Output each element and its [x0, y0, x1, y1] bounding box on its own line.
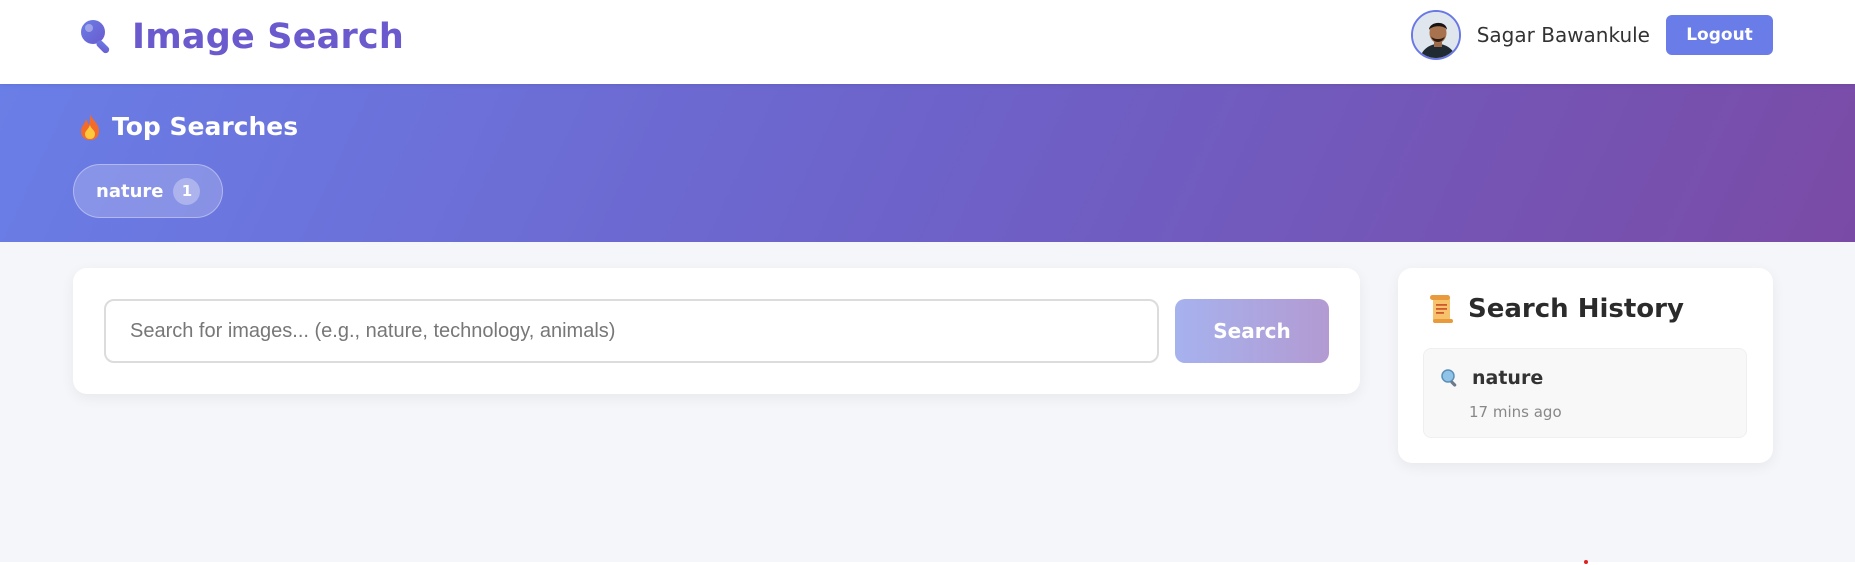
logout-button[interactable]: Logout	[1666, 15, 1773, 55]
app-title: Image Search	[132, 17, 404, 57]
search-icon	[1440, 368, 1460, 388]
user-name: Sagar Bawankule	[1476, 23, 1650, 47]
history-timestamp: 17 mins ago	[1469, 403, 1562, 421]
top-searches-banner: Top Searches nature 1	[0, 84, 1855, 242]
search-history-heading: Search History	[1428, 294, 1684, 324]
top-search-pill-count: 1	[173, 177, 201, 205]
top-searches-heading: Top Searches	[78, 112, 298, 141]
brand[interactable]: Image Search	[78, 16, 404, 58]
scroll-icon	[1428, 294, 1454, 324]
user-area: Sagar Bawankule Logout	[1410, 10, 1773, 60]
history-query: nature	[1440, 367, 1543, 389]
history-item[interactable]: nature 17 mins ago	[1423, 348, 1747, 438]
top-search-pill[interactable]: nature 1	[73, 164, 224, 218]
search-input[interactable]	[104, 299, 1159, 363]
top-header: Image Search Sagar Bawankule Logout	[0, 0, 1855, 84]
cursor-dot	[1584, 560, 1588, 564]
top-searches-title: Top Searches	[112, 112, 299, 141]
fire-icon	[78, 113, 102, 141]
search-history-card: Search History nature 17 mins ago	[1398, 268, 1773, 463]
magnifier-icon	[78, 17, 118, 57]
avatar[interactable]	[1410, 10, 1461, 60]
search-card: Search	[73, 268, 1360, 394]
history-query-text: nature	[1472, 367, 1544, 389]
top-search-pill-label: nature	[96, 180, 164, 202]
search-history-title: Search History	[1468, 294, 1684, 324]
search-button[interactable]: Search	[1175, 299, 1329, 363]
